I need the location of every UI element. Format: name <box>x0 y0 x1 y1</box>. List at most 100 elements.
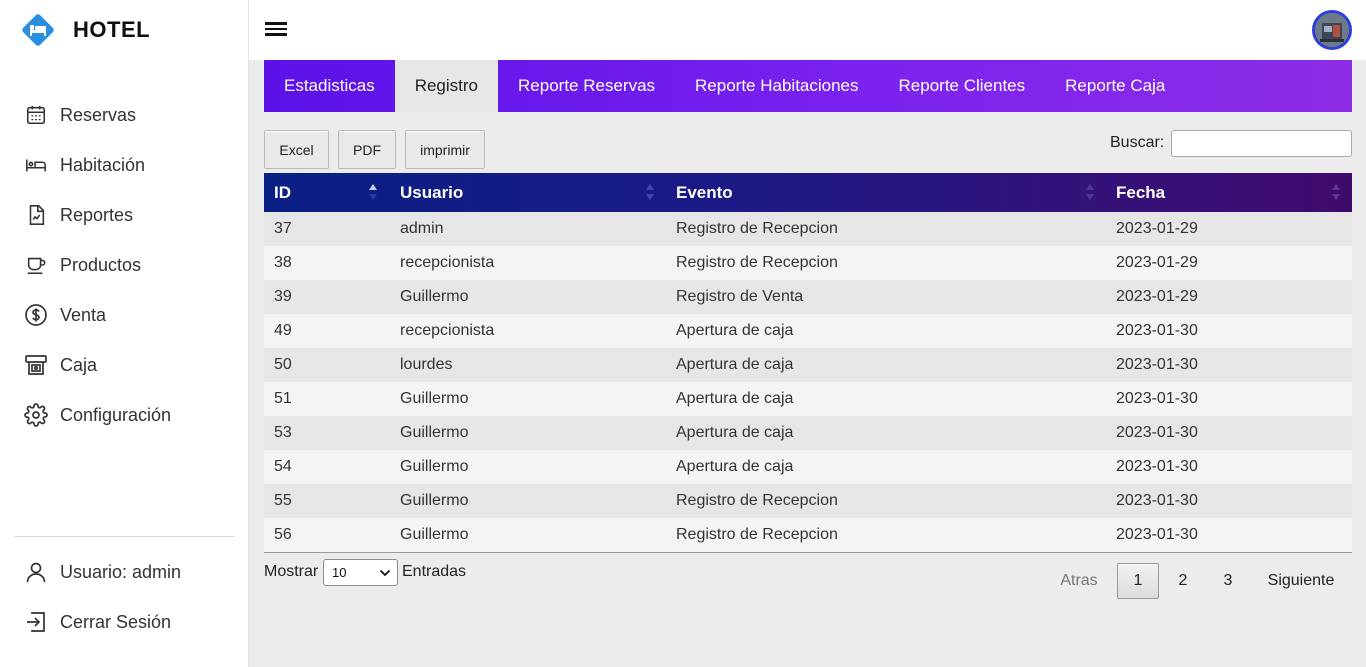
cell-id: 53 <box>274 424 292 441</box>
search-input[interactable] <box>1171 130 1352 157</box>
sidebar-item-habitacion[interactable]: Habitación <box>0 140 249 190</box>
bed-icon <box>18 10 58 50</box>
cup-icon <box>24 253 48 277</box>
cell-usuario: recepcionista <box>400 322 495 339</box>
table-row[interactable]: 56 Guillermo Registro de Recepcion 2023-01-… <box>264 518 1352 552</box>
cash-register-icon <box>24 353 48 377</box>
table-row[interactable]: 53 Guillermo Apertura de caja 2023-01-30 <box>264 416 1352 450</box>
cell-evento: Apertura de caja <box>676 390 794 407</box>
cell-usuario: lourdes <box>400 356 453 373</box>
logout-button[interactable]: Cerrar Sesión <box>0 597 249 647</box>
cell-id: 51 <box>274 390 292 407</box>
sidebar-divider <box>14 536 235 537</box>
cell-fecha: 2023-01-30 <box>1116 424 1198 441</box>
sidebar-item-reportes[interactable]: Reportes <box>0 190 249 240</box>
avatar[interactable] <box>1312 10 1352 50</box>
page-button-2[interactable]: 2 <box>1163 563 1203 599</box>
table-row[interactable]: 55 Guillermo Registro de Recepcion 2023-01-… <box>264 484 1352 518</box>
table-row[interactable]: 37 admin Registro de Recepcion 2023-01-29 <box>264 212 1352 246</box>
table-header: ID Usuario Evento Fecha <box>264 173 1352 212</box>
sidebar-item-productos[interactable]: Productos <box>0 240 249 290</box>
sidebar-item-caja[interactable]: Caja <box>0 340 249 390</box>
cell-evento: Registro de Recepcion <box>676 526 838 543</box>
sidebar-item-label: Productos <box>60 254 142 275</box>
menu-icon[interactable] <box>265 19 289 41</box>
chevron-down-icon <box>379 569 391 577</box>
cell-usuario: Guillermo <box>400 526 469 543</box>
cell-fecha: 2023-01-30 <box>1116 492 1198 509</box>
calendar-icon <box>24 103 48 127</box>
prev-page-button[interactable]: Atras <box>1050 563 1108 599</box>
cell-evento: Apertura de caja <box>676 458 794 475</box>
page-button-3[interactable]: 3 <box>1208 563 1248 599</box>
tab-registro[interactable]: Registro <box>394 60 499 112</box>
sort-icon <box>646 184 654 200</box>
sidebar-item-label: Reportes <box>60 204 134 225</box>
cell-evento: Registro de Recepcion <box>676 492 838 509</box>
sort-asc-icon <box>369 184 377 200</box>
sidebar-bottom: Usuario: admin Cerrar Sesión <box>0 547 249 647</box>
gear-icon <box>24 403 48 427</box>
report-file-icon <box>24 203 48 227</box>
cell-fecha: 2023-01-30 <box>1116 322 1198 339</box>
cell-usuario: Guillermo <box>400 492 469 509</box>
table-row[interactable]: 51 Guillermo Apertura de caja 2023-01-30 <box>264 382 1352 416</box>
tab-reporte-habitaciones[interactable]: Reporte Habitaciones <box>675 60 878 112</box>
table-row[interactable]: 50 lourdes Apertura de caja 2023-01-30 <box>264 348 1352 382</box>
sidebar-item-label: Configuración <box>60 404 172 425</box>
cell-usuario: Guillermo <box>400 424 469 441</box>
sidebar-item-label: Caja <box>60 354 98 375</box>
print-button[interactable]: imprimir <box>405 130 485 169</box>
next-page-button[interactable]: Siguiente <box>1256 563 1346 599</box>
cell-id: 38 <box>274 254 292 271</box>
logout-icon <box>24 610 48 634</box>
sidebar-item-label: Reservas <box>60 104 137 125</box>
page-button-1[interactable]: 1 <box>1117 563 1159 599</box>
user-label: Usuario: admin <box>60 561 182 582</box>
table-row[interactable]: 39 Guillermo Registro de Venta 2023-01-29 <box>264 280 1352 314</box>
table-row[interactable]: 54 Guillermo Apertura de caja 2023-01-30 <box>264 450 1352 484</box>
sidebar-item-configuracion[interactable]: Configuración <box>0 390 249 440</box>
tab-reporte-clientes[interactable]: Reporte Clientes <box>879 60 1046 112</box>
dollar-circle-icon <box>24 303 48 327</box>
cell-evento: Registro de Recepcion <box>676 220 838 237</box>
cell-evento: Registro de Venta <box>676 288 804 305</box>
tab-reporte-reservas[interactable]: Reporte Reservas <box>498 60 675 112</box>
page-size-select[interactable]: 10 <box>323 559 398 586</box>
sidebar-item-label: Venta <box>60 304 107 325</box>
cell-evento: Registro de Recepcion <box>676 254 838 271</box>
topbar <box>249 0 1366 60</box>
table-body: 37 admin Registro de Recepcion 2023-01-29 38… <box>264 212 1352 552</box>
cell-evento: Apertura de caja <box>676 424 794 441</box>
logout-label: Cerrar Sesión <box>60 611 172 632</box>
pdf-button[interactable]: PDF <box>338 130 396 169</box>
sidebar-item-venta[interactable]: Venta <box>0 290 249 340</box>
cell-fecha: 2023-01-29 <box>1116 254 1198 271</box>
cell-usuario: recepcionista <box>400 254 495 271</box>
cell-evento: Apertura de caja <box>676 322 794 339</box>
entries-label: Entradas <box>402 563 467 580</box>
cell-fecha: 2023-01-29 <box>1116 288 1198 305</box>
cell-id: 54 <box>274 458 292 475</box>
column-header-usuario[interactable]: Usuario <box>390 173 666 212</box>
sidebar-item-label: Habitación <box>60 154 146 175</box>
cell-evento: Apertura de caja <box>676 356 794 373</box>
tab-reporte-caja[interactable]: Reporte Caja <box>1045 60 1185 112</box>
sidebar-item-reservas[interactable]: Reservas <box>0 90 249 140</box>
show-entries-label: Mostrar <box>264 563 319 580</box>
table-row[interactable]: 38 recepcionista Registro de Recepcion 2023… <box>264 246 1352 280</box>
cell-id: 39 <box>274 288 292 305</box>
tab-estadisticas[interactable]: Estadisticas <box>264 60 395 112</box>
records-table: ID Usuario Evento Fecha 37 admin Registro … <box>264 173 1352 553</box>
excel-button[interactable]: Excel <box>264 130 329 169</box>
brand[interactable]: HOTEL <box>18 10 150 50</box>
cell-id: 50 <box>274 356 292 373</box>
cell-usuario: Guillermo <box>400 390 469 407</box>
page-size-value: 10 <box>332 565 347 580</box>
sort-icon <box>1332 184 1340 200</box>
column-header-fecha[interactable]: Fecha <box>1106 173 1352 212</box>
table-row[interactable]: 49 recepcionista Apertura de caja 2023-01-3… <box>264 314 1352 348</box>
user-info[interactable]: Usuario: admin <box>0 547 249 597</box>
column-header-evento[interactable]: Evento <box>666 173 1106 212</box>
cell-usuario: Guillermo <box>400 458 469 475</box>
